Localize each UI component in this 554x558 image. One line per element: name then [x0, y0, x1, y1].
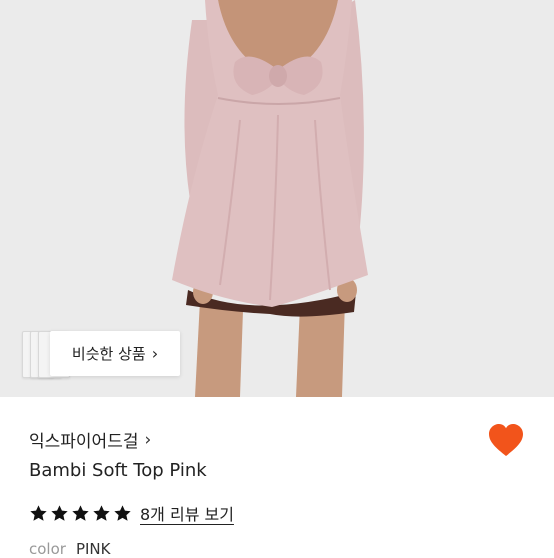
star-icon	[72, 504, 89, 521]
color-value: PINK	[75, 540, 111, 558]
color-label: color	[29, 540, 66, 558]
chevron-right-icon: ›	[151, 344, 159, 363]
heart-icon[interactable]	[488, 424, 524, 458]
star-icon	[114, 504, 131, 521]
similar-products-widget[interactable]: 비슷한 상품 ›	[22, 331, 182, 378]
color-row: color PINK	[29, 540, 110, 558]
product-title: Bambi Soft Top Pink	[29, 460, 207, 481]
brand-name: 익스파이어드걸	[29, 432, 139, 452]
product-photo[interactable]: 비슷한 상품 ›	[0, 0, 554, 397]
product-info: 익스파이어드걸 › Bambi Soft Top Pink 8개 리뷰 보기 c…	[0, 397, 554, 558]
rating-row: 8개 리뷰 보기	[29, 501, 234, 525]
heart-shape	[489, 424, 523, 456]
star-icon	[30, 504, 47, 521]
review-link[interactable]: 8개 리뷰 보기	[140, 501, 234, 525]
star-rating	[29, 504, 132, 523]
star-icon	[51, 504, 68, 521]
chevron-right-icon: ›	[144, 429, 152, 450]
star-icon	[93, 504, 110, 521]
similar-products-label: 비슷한 상품	[71, 345, 146, 363]
brand-link[interactable]: 익스파이어드걸 ›	[29, 427, 152, 453]
similar-products-button[interactable]: 비슷한 상품 ›	[50, 331, 180, 376]
